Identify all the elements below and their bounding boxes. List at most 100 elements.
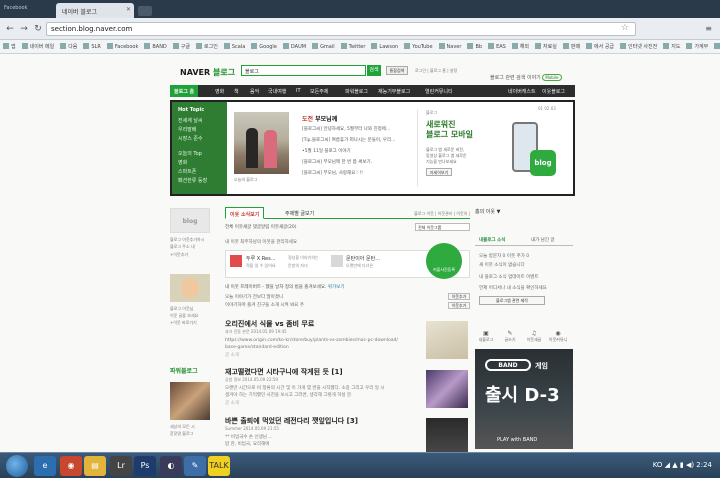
gnb-item[interactable]: IT xyxy=(296,88,301,94)
top-link-text[interactable]: 블로그 관련 검색 이야기 xyxy=(490,75,541,81)
hot-link[interactable]: 패션한류 등장 xyxy=(178,177,207,184)
hot-link[interactable]: 전세계 날씨 xyxy=(178,117,203,124)
rec-thumbnail[interactable] xyxy=(230,255,242,267)
kakaotalk-icon[interactable]: TALK xyxy=(208,456,230,476)
tab-neighbor-news[interactable]: 이웃 소식보기 xyxy=(225,207,265,219)
right-event[interactable]: 내 블로그 소식 업데이트 이벤트 xyxy=(479,274,539,280)
promo-more-button[interactable]: 자세히보기 xyxy=(426,168,452,176)
gnb-item[interactable]: 열린커뮤니티 xyxy=(425,88,453,95)
promo-pagination[interactable]: 01 02 03 xyxy=(538,106,556,111)
add-neighbor-button[interactable]: 이웃추가 xyxy=(448,293,470,300)
post-excerpt[interactable]: 밥 한, 비빔국, 요리해에 xyxy=(225,441,269,448)
search-button[interactable]: 검색 xyxy=(367,65,381,76)
bookmark-star-icon[interactable]: ☆ xyxy=(621,23,629,33)
bookmark-item[interactable]: 판매 xyxy=(560,40,583,53)
feed-notice[interactable]: 내 이웃 최주하냥의 이웃을 관리하세요 xyxy=(225,239,297,245)
group-select[interactable]: 전체 이웃그룹 xyxy=(415,223,470,231)
power-blog-thumbnail[interactable] xyxy=(170,382,210,420)
post-excerpt[interactable]: ** 비빔국수 손 선생님 ... xyxy=(225,434,273,441)
comment-line[interactable]: 이야기하며 즐겨 친구들 소개 시켜 봐요 주 xyxy=(225,302,304,308)
comment-line[interactable]: 오늘 이야기가 전보다 많아졌니 xyxy=(225,294,283,300)
gnb-item[interactable]: 파워블로그 xyxy=(345,88,368,95)
right-header[interactable]: 홈의 이웃 ▼ xyxy=(475,208,500,215)
gnb-item[interactable]: 재능기부블로그 xyxy=(378,88,410,95)
bookmark-item[interactable]: 자료실 xyxy=(532,40,560,53)
bookmark-item[interactable]: Scala xyxy=(221,40,248,53)
power-caption[interactable]: 세상의 모든 시 xyxy=(170,424,195,430)
neighbor-posts-icon[interactable]: ♫ 이웃새글 xyxy=(523,330,545,343)
post-excerpt[interactable]: 생겨야 하는 기억했던 사진을 보시고 그러면, 생각해 그렇게 하실 분. xyxy=(225,392,353,399)
feed-tab-links[interactable]: 블로그 이웃 | 이웃관리 | 이웃의 | xyxy=(414,211,470,217)
rec-item[interactable]: 문방의 자녀 xyxy=(288,263,308,269)
notice-link[interactable]: 위가보기 xyxy=(328,285,345,290)
hot-line[interactable]: [Tip.블로그씨] 여름휴가 떠나시는 분들이, 우리... xyxy=(302,137,395,143)
folder-icon[interactable]: ▤ xyxy=(84,456,106,476)
bookmark-item[interactable]: Google xyxy=(248,40,280,53)
hot-line[interactable]: [블로그씨] 안녕하세요, 5월부터 나와 친정에... xyxy=(302,126,390,132)
tab-topic-posts[interactable]: 주제별 글보기 xyxy=(281,207,318,219)
gnb-item[interactable]: 국내여행 xyxy=(268,88,286,95)
bookmark-item[interactable]: 지도 xyxy=(660,40,683,53)
bookmark-item[interactable]: 구글 xyxy=(170,40,193,53)
my-blog-icon[interactable]: ▣ 내블로그 xyxy=(475,330,497,343)
bookmark-item[interactable]: 다음 xyxy=(57,40,80,53)
app-icon[interactable]: ◐ xyxy=(160,456,182,476)
tab-facebook[interactable]: Facebook xyxy=(4,5,28,11)
add-neighbor-link[interactable]: +이웃추가 xyxy=(170,252,188,258)
hot-line[interactable]: [블로그씨] 부모님, 사랑해요♡!! xyxy=(302,170,363,176)
tab-active[interactable]: 네이버 블로그 ✕ xyxy=(56,3,134,18)
bookmark-item[interactable]: 네이버 메일 xyxy=(19,40,58,53)
bookmark-item[interactable]: Bb xyxy=(464,40,485,53)
hot-line[interactable]: •5월 11일 블로그 이야기 xyxy=(302,148,351,154)
close-icon[interactable]: ✕ xyxy=(126,6,131,13)
bookmark-item[interactable]: 에서 공급 xyxy=(583,40,617,53)
power-blog-title[interactable]: 파워블로그 xyxy=(170,366,198,375)
mobile-badge[interactable]: Mobile xyxy=(542,74,562,81)
rec-item[interactable]: 두루 X Res... xyxy=(246,255,276,262)
community-icon[interactable]: ◉ 이웃커뮤니 xyxy=(547,330,569,343)
new-tab-button[interactable] xyxy=(138,6,152,16)
bookmark-item[interactable]: DAUM xyxy=(280,40,309,53)
bookmark-item[interactable]: 앱 xyxy=(0,40,19,53)
bookmark-item[interactable]: 인터넷 사진전 xyxy=(617,40,660,53)
reload-icon[interactable]: ↻ xyxy=(32,23,44,35)
hot-link[interactable]: 우리말배 xyxy=(178,126,196,133)
bookmark-item[interactable]: 로그인 xyxy=(193,40,221,53)
hot-link[interactable]: 오늘의 Top xyxy=(178,150,202,157)
address-bar[interactable]: section.blog.naver.com ☆ xyxy=(46,22,636,36)
search-option-button[interactable]: 통합검색 xyxy=(386,66,408,75)
bookmark-item[interactable]: EAS xyxy=(485,40,509,53)
hot-link[interactable]: 시장스 준수 xyxy=(178,135,203,142)
rec-item[interactable]: 문탄이아 문탄... xyxy=(346,255,380,262)
gnb-item[interactable]: 네이버캐스트 xyxy=(508,88,536,95)
ie-icon[interactable]: e xyxy=(34,456,56,476)
gnb-item[interactable]: 음악 xyxy=(250,88,259,95)
chat-bubble-icon[interactable]: 커플사진등록 xyxy=(426,243,462,279)
gnb-item[interactable]: 책 xyxy=(234,88,239,95)
band-game-ad[interactable]: BAND 게임 출시 D-3 PLAY with BAND xyxy=(475,349,573,449)
start-button[interactable] xyxy=(6,455,28,477)
blog-app-button[interactable]: 블로그앱 관련 제작 xyxy=(479,296,545,305)
forward-icon[interactable]: → xyxy=(18,23,30,35)
post-excerpt[interactable]: https://www.origin.com/ko-kr/store/buy/p… xyxy=(225,337,398,344)
top-links[interactable]: 로그인 | 블로그 홈 | 설정 xyxy=(415,68,457,74)
tab-my-blog-news[interactable]: 내블로그 소식 xyxy=(479,237,505,243)
bookmark-item[interactable]: Naver xyxy=(436,40,465,53)
feed-filters[interactable]: 전체 이웃새글 댓글알림 이웃새글(20) xyxy=(225,224,297,230)
post-thumbnail[interactable] xyxy=(426,370,468,408)
bookmark-item[interactable]: BAND xyxy=(141,40,169,53)
bookmark-item[interactable]: Twitter xyxy=(338,40,369,53)
hot-link[interactable]: 스마트폰 xyxy=(178,168,196,175)
system-tray[interactable]: KO ◢ ▲ ▮ ◀) 2:24 xyxy=(653,461,712,469)
post-excerpt[interactable]: 오랜만 시간으로 비 정류의 시간 및 이 가게 몇 번을 시작했다. 소중 그… xyxy=(225,385,385,392)
neighbor-link[interactable]: +이웃 바로가기 xyxy=(170,320,197,326)
post-more[interactable]: 글 소개 xyxy=(225,400,239,407)
gnb-home[interactable]: 블로그 홈 xyxy=(170,85,199,97)
naver-blog-logo[interactable]: NAVER 블로그 xyxy=(180,67,235,78)
hot-topic-photo[interactable] xyxy=(234,112,289,174)
gnb-item[interactable]: 이웃블로그 xyxy=(542,88,565,95)
post-more[interactable]: 글 소개 xyxy=(225,352,239,359)
bookmark-item[interactable]: 해외 xyxy=(509,40,532,53)
post-thumbnail[interactable] xyxy=(426,321,468,359)
bookmark-item[interactable]: 가계부 xyxy=(683,40,711,53)
